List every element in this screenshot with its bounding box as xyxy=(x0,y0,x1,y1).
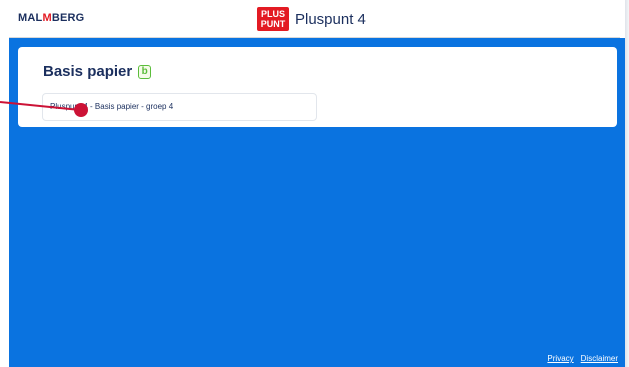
privacy-link[interactable]: Privacy xyxy=(547,354,573,363)
pluspunt-logo: PLUS PUNT xyxy=(257,7,289,31)
method-item-basis-papier[interactable]: Pluspunt 4 - Basis papier - groep 4 xyxy=(42,93,317,121)
window-edge xyxy=(625,0,629,367)
malmberg-logo[interactable]: MALMBERG xyxy=(18,12,84,24)
pluspunt-logo-line2: PUNT xyxy=(260,19,286,29)
basis-b-icon: b xyxy=(138,64,152,79)
card-title-row: Basis papier b xyxy=(43,63,152,80)
product-header: PLUS PUNT Pluspunt 4 xyxy=(257,6,366,32)
product-title: Pluspunt 4 xyxy=(295,10,366,28)
card-title: Basis papier xyxy=(43,63,133,80)
method-card: Basis papier b Pluspunt 4 - Basis papier… xyxy=(18,47,617,127)
main-content: Basis papier b Pluspunt 4 - Basis papier… xyxy=(9,38,626,367)
brand-m: M xyxy=(42,12,52,24)
footer-links: Privacy Disclaimer xyxy=(547,354,618,363)
disclaimer-link[interactable]: Disclaimer xyxy=(581,354,618,363)
top-bar: MALMBERG PLUS PUNT Pluspunt 4 xyxy=(9,0,620,38)
brand-suffix: BERG xyxy=(51,12,85,24)
brand-prefix: MAL xyxy=(18,12,43,24)
pluspunt-logo-line1: PLUS xyxy=(260,9,285,19)
